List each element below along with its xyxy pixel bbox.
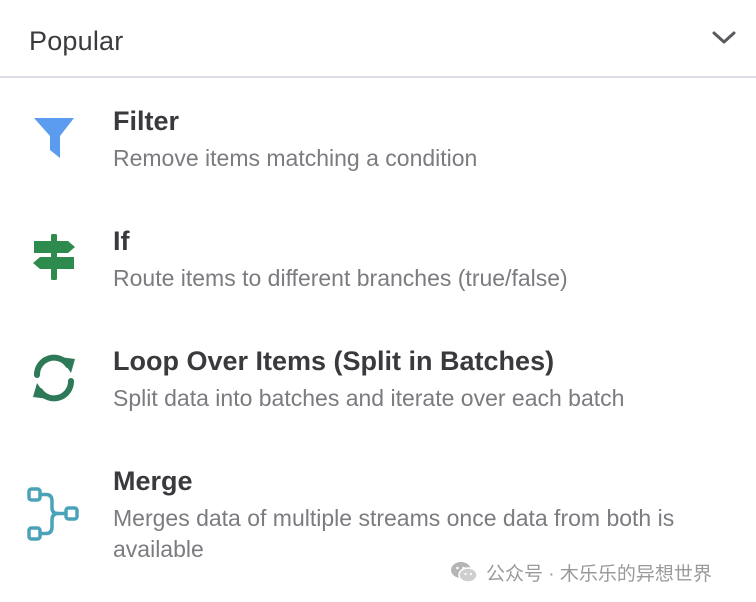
section-header-popular[interactable]: Popular (0, 0, 756, 78)
node-title: Filter (113, 106, 180, 136)
node-description: Split data into batches and iterate over… (113, 385, 625, 411)
node-item-if[interactable]: If Route items to different branches (tr… (0, 218, 756, 314)
node-description: Remove items matching a condition (113, 145, 478, 171)
node-item-loop-over-items[interactable]: Loop Over Items (Split in Batches) Split… (0, 338, 756, 434)
wechat-icon (451, 562, 478, 583)
watermark: 公众号 · 木乐乐的异想世界 (450, 558, 712, 586)
section-title: Popular (29, 26, 124, 56)
filter-icon (34, 118, 74, 158)
node-picker-panel: Popular Filter Remove items matching a c… (0, 0, 756, 602)
chevron-down-icon[interactable] (710, 26, 738, 48)
node-title: Merge (113, 466, 193, 496)
merge-icon (27, 487, 79, 541)
node-title: Loop Over Items (Split in Batches) (113, 346, 555, 376)
watermark-text: 公众号 · 木乐乐的异想世界 (486, 563, 712, 585)
node-item-filter[interactable]: Filter Remove items matching a condition (0, 98, 756, 194)
node-title: If (113, 226, 130, 256)
node-description: Route items to different branches (true/… (113, 265, 568, 291)
loop-arrows-icon (33, 354, 75, 402)
signpost-icon (33, 234, 75, 280)
node-description: Merges data of multiple streams once dat… (113, 505, 675, 562)
